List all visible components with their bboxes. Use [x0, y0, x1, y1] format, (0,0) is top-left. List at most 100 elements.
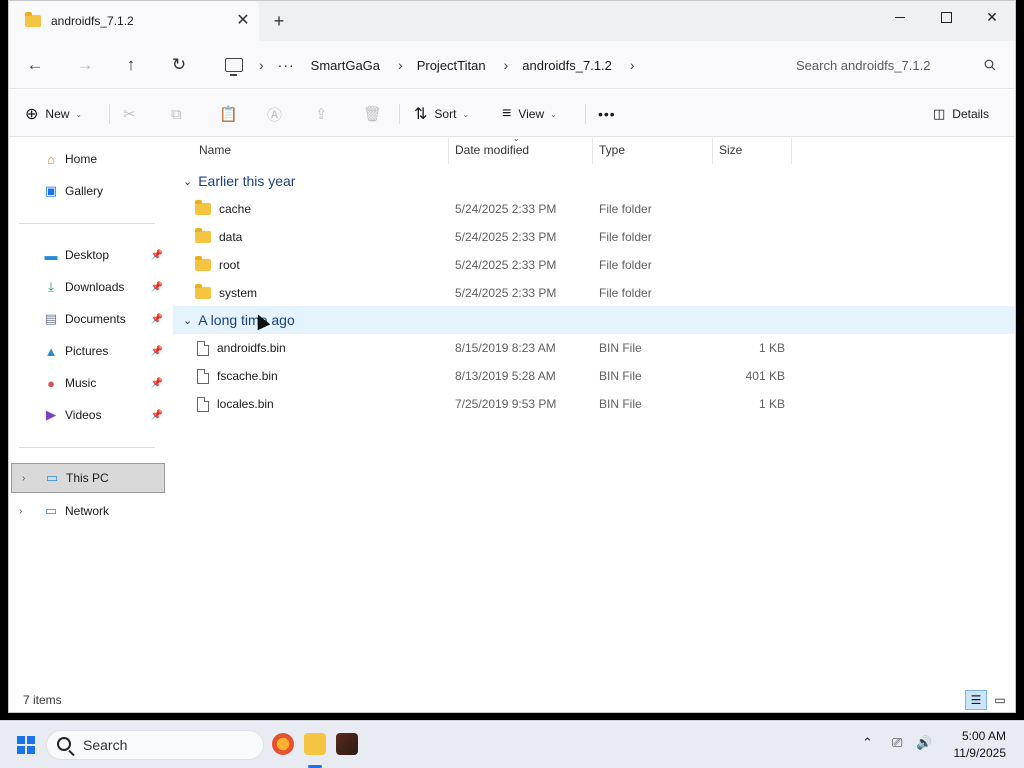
item-type: File folder: [599, 202, 652, 216]
sidebar-item-label: Music: [65, 376, 97, 390]
sidebar-item-music[interactable]: ● Music 📌: [9, 368, 165, 398]
plus-circle-icon: ⊕: [25, 106, 39, 123]
item-date: 5/24/2025 2:33 PM: [455, 202, 557, 216]
refresh-button[interactable]: ↻: [167, 53, 191, 77]
network-status-icon[interactable]: ⎚: [892, 735, 902, 751]
maximize-button[interactable]: [923, 1, 969, 33]
list-view-icon: ☰: [970, 693, 982, 707]
back-button[interactable]: ←: [23, 53, 47, 77]
column-header-date[interactable]: Date modified: [455, 138, 529, 162]
sidebar-item-documents[interactable]: ▤ Documents 📌: [9, 304, 165, 334]
command-bar: ⊕ New ⌄ ✂ ⧉ 📋 Ⓐ ⇪ 🗑 ⇅ Sort ⌄ ≡ View ⌄ ••…: [9, 90, 1015, 137]
rename-button[interactable]: Ⓐ: [267, 102, 282, 126]
chevron-right-icon[interactable]: ›: [19, 506, 22, 517]
sidebar-item-downloads[interactable]: ⤓ Downloads 📌: [9, 272, 165, 302]
details-button[interactable]: ◫ Details: [933, 102, 989, 126]
breadcrumb-smartgaga[interactable]: SmartGaGa: [311, 58, 380, 73]
list-item[interactable]: androidfs.bin 8/15/2019 8:23 AM BIN File…: [173, 334, 1015, 362]
clock[interactable]: 5:00 AM 11/9/2025: [954, 728, 1007, 762]
taskbar-search[interactable]: Search: [46, 730, 264, 760]
item-name: fscache.bin: [217, 369, 278, 383]
sidebar-item-gallery[interactable]: ▣ Gallery: [9, 176, 165, 206]
chevron-right-icon[interactable]: ›: [22, 473, 25, 484]
tab-title: androidfs_7.1.2: [51, 14, 134, 28]
list-item[interactable]: cache 5/24/2025 2:33 PM File folder: [173, 195, 1015, 223]
details-pane-icon: ◫: [933, 106, 946, 121]
close-tab-icon[interactable]: ✕: [235, 13, 251, 29]
breadcrumb-projecttitan[interactable]: ProjectTitan: [417, 58, 486, 73]
paste-icon: 📋: [219, 106, 238, 123]
breadcrumb-androidfs[interactable]: androidfs_7.1.2: [522, 58, 612, 73]
item-size: 1 KB: [758, 397, 785, 411]
delete-button[interactable]: 🗑: [363, 102, 382, 126]
column-divider[interactable]: [791, 138, 792, 164]
home-icon: ⌂: [47, 151, 55, 167]
paste-button[interactable]: 📋: [219, 102, 238, 126]
group-header[interactable]: ⌄ A long time ago: [173, 306, 1015, 334]
share-button[interactable]: ⇪: [315, 102, 328, 126]
sidebar-item-home[interactable]: ⌂ Home: [9, 144, 165, 174]
new-button[interactable]: ⊕ New ⌄: [25, 102, 82, 126]
list-item[interactable]: data 5/24/2025 2:33 PM File folder: [173, 223, 1015, 251]
tab-androidfs[interactable]: androidfs_7.1.2 ✕: [9, 1, 259, 41]
sidebar-item-desktop[interactable]: ▬ Desktop 📌: [9, 240, 165, 270]
column-header-type[interactable]: Type: [599, 138, 625, 162]
list-item[interactable]: fscache.bin 8/13/2019 5:28 AM BIN File 4…: [173, 362, 1015, 390]
pin-icon[interactable]: 📌: [151, 410, 163, 421]
firefox-icon[interactable]: [272, 733, 294, 755]
list-item[interactable]: system 5/24/2025 2:33 PM File folder: [173, 279, 1015, 307]
list-item[interactable]: locales.bin 7/25/2019 9:53 PM BIN File 1…: [173, 390, 1015, 418]
start-button[interactable]: [17, 736, 35, 754]
up-button[interactable]: ↑: [119, 53, 143, 77]
breadcrumb-more[interactable]: ···: [278, 57, 295, 73]
chevron-right-icon[interactable]: ›: [630, 57, 635, 73]
chevron-right-icon[interactable]: ›: [398, 57, 403, 73]
sort-button[interactable]: ⇅ Sort ⌄: [414, 102, 469, 126]
pc-icon[interactable]: [225, 58, 243, 76]
new-tab-button[interactable]: +: [269, 11, 289, 31]
item-count: 7 items: [23, 693, 62, 707]
forward-button[interactable]: →: [73, 53, 97, 77]
chevron-up-icon[interactable]: ⌃: [862, 735, 873, 751]
column-divider[interactable]: [712, 138, 713, 164]
sidebar-item-pictures[interactable]: ▲ Pictures 📌: [9, 336, 165, 366]
chevron-right-icon[interactable]: ›: [504, 57, 509, 73]
folder-icon: [25, 12, 41, 27]
details-view-button[interactable]: ☰: [965, 690, 987, 710]
pin-icon[interactable]: 📌: [151, 250, 163, 261]
file-explorer-icon[interactable]: [304, 733, 326, 755]
copy-button[interactable]: ⧉: [171, 102, 182, 126]
close-window-button[interactable]: ✕: [969, 1, 1015, 33]
sidebar-item-this-pc[interactable]: › ▭ This PC: [11, 463, 165, 493]
volume-icon[interactable]: 🔊: [916, 735, 932, 751]
column-divider[interactable]: [592, 138, 593, 164]
column-divider[interactable]: [448, 138, 449, 164]
pin-icon[interactable]: 📌: [151, 282, 163, 293]
item-date: 5/24/2025 2:33 PM: [455, 286, 557, 300]
cut-button[interactable]: ✂: [123, 102, 136, 126]
clock-date: 11/9/2025: [953, 746, 1007, 760]
status-bar: 7 items ☰ ▭: [9, 686, 1015, 712]
column-header-size[interactable]: Size: [719, 138, 742, 162]
search-icon: [984, 59, 996, 71]
sidebar-item-videos[interactable]: ▶ Videos 📌: [9, 400, 165, 430]
search-input[interactable]: Search androidfs_7.1.2: [784, 49, 1006, 81]
chevron-down-icon[interactable]: ⌄: [183, 314, 192, 327]
view-button[interactable]: ≡ View ⌄: [502, 102, 557, 126]
chevron-right-icon[interactable]: ›: [259, 57, 264, 73]
more-options-button[interactable]: •••: [598, 102, 616, 126]
app-icon[interactable]: [336, 733, 358, 755]
list-item[interactable]: root 5/24/2025 2:33 PM File folder: [173, 251, 1015, 279]
item-name: data: [219, 230, 243, 244]
sidebar-item-network[interactable]: › ▭ Network: [9, 496, 165, 526]
pin-icon[interactable]: 📌: [151, 378, 163, 389]
pin-icon[interactable]: 📌: [151, 346, 163, 357]
column-header-name[interactable]: Name: [199, 138, 231, 162]
chevron-down-icon[interactable]: ⌄: [183, 175, 192, 188]
minimize-button[interactable]: [877, 1, 923, 33]
group-header[interactable]: ⌄ Earlier this year: [173, 167, 1015, 195]
breadcrumb[interactable]: › ··· SmartGaGa › ProjectTitan › android…: [219, 49, 774, 81]
pin-icon[interactable]: 📌: [151, 314, 163, 325]
tiles-view-button[interactable]: ▭: [989, 690, 1011, 710]
gallery-icon: ▣: [44, 183, 58, 198]
